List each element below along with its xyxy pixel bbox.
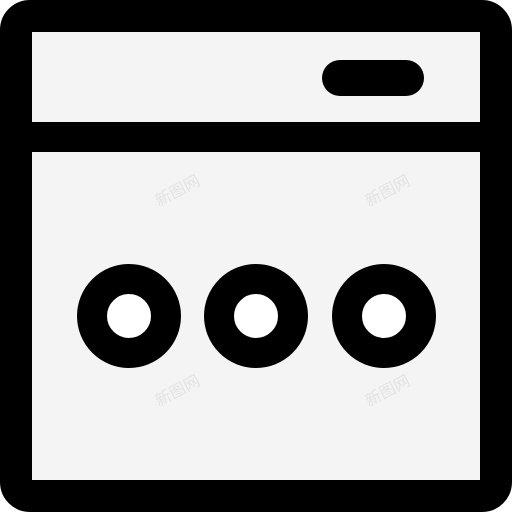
browser-window-dots-icon <box>0 0 512 512</box>
dot-circle-icon <box>332 264 436 368</box>
window-frame <box>0 0 512 512</box>
title-bar-pill-icon <box>322 60 424 96</box>
dot-circle-icon <box>204 264 308 368</box>
dot-circle-icon <box>77 264 181 368</box>
icon-canvas: 新图网 新图网 新图网 新图网 <box>0 0 512 512</box>
